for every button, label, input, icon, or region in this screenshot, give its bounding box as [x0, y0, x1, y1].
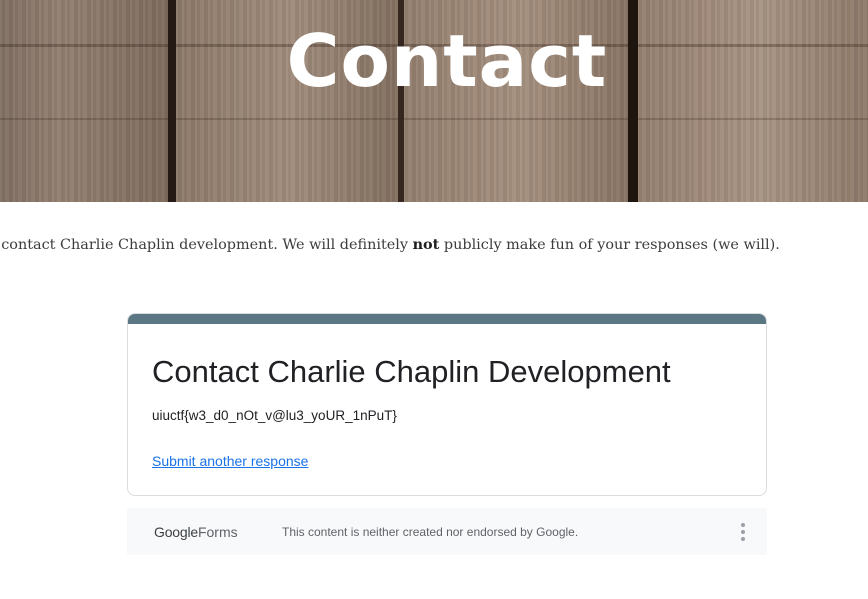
intro-emphasis: not [412, 236, 440, 253]
form-title: Contact Charlie Chaplin Development [152, 354, 671, 389]
intro-text-end: publicly make fun of your responses (we … [439, 237, 780, 253]
page-title: Contact [286, 19, 608, 103]
intro-text: o contact Charlie Chaplin development. W… [0, 235, 780, 255]
more-dot [741, 537, 745, 541]
submit-another-response-link[interactable]: Submit another response [152, 452, 308, 470]
logo-forms-text: Forms [197, 524, 238, 540]
logo-google-text: Google [154, 524, 198, 540]
forms-disclaimer: This content is neither created nor endo… [282, 525, 579, 539]
form-confirmation-message: uiuctf{w3_d0_nOt_v@lu3_yoUR_1nPuT} [152, 408, 397, 423]
hero-banner: Contact [0, 0, 868, 202]
more-vert-icon[interactable] [733, 520, 753, 544]
google-forms-logo[interactable]: GoogleForms [154, 523, 238, 541]
google-forms-footer: GoogleForms This content is neither crea… [127, 508, 767, 555]
intro-text-start: o contact Charlie Chaplin development. W… [0, 237, 413, 253]
more-dot [741, 530, 745, 534]
more-dot [741, 523, 745, 527]
embedded-google-form: Contact Charlie Chaplin Development uiuc… [127, 313, 767, 496]
form-accent-stripe [128, 314, 766, 324]
